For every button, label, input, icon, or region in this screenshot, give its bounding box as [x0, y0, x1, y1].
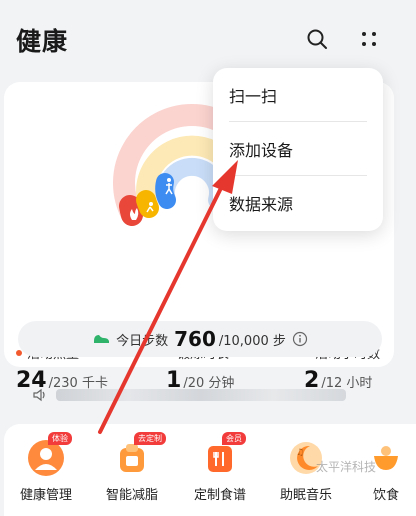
service-label: 助眠音乐 [279, 488, 332, 503]
speaker-icon [33, 388, 45, 402]
search-icon[interactable] [304, 26, 330, 52]
news-ticker[interactable] [32, 384, 346, 406]
steps-value: 760 [174, 327, 216, 351]
shoe-icon [94, 335, 110, 343]
service-label: 定制食谱 [193, 488, 246, 503]
service-badge: 会员 [222, 432, 246, 445]
service-smart-fat-loss[interactable]: 去定制 智能减脂 [92, 432, 172, 503]
steps-summary[interactable]: 今日步数 760 /10,000 步 [18, 321, 382, 357]
news-text-blurred [56, 389, 346, 401]
menu-item-scan[interactable]: 扫一扫 [213, 68, 383, 122]
info-icon[interactable] [292, 331, 308, 347]
service-custom-recipe[interactable]: 会员 定制食谱 [180, 432, 260, 503]
page-title: 健康 [16, 27, 69, 56]
recipe-icon: 会员 [200, 432, 246, 478]
service-label: 健康管理 [19, 488, 72, 503]
fat-loss-icon: 去定制 [112, 432, 166, 478]
watermark: 太平洋科技 [316, 460, 377, 474]
steps-label: 今日步数 [116, 333, 169, 349]
steps-target: /10,000 步 [218, 333, 286, 349]
service-label: 智能减脂 [105, 488, 158, 503]
service-badge: 去定制 [134, 432, 166, 445]
menu-item-data-source[interactable]: 数据来源 [213, 176, 383, 230]
service-badge: 体验 [48, 432, 72, 445]
svg-text:♫: ♫ [296, 448, 304, 458]
more-icon[interactable] [356, 26, 382, 52]
service-label: 饮食 [372, 488, 399, 503]
popup-menu: 扫一扫 添加设备 数据来源 [213, 68, 383, 231]
service-health-management[interactable]: 体验 健康管理 [6, 432, 86, 503]
health-management-icon: 体验 [26, 432, 72, 478]
menu-item-add-device[interactable]: 添加设备 [213, 122, 383, 176]
